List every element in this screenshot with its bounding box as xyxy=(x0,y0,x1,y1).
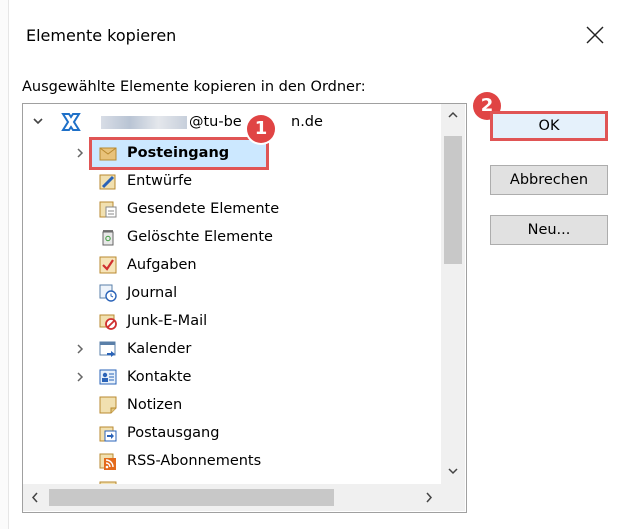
horizontal-scrollbar[interactable] xyxy=(23,484,441,511)
inbox-icon xyxy=(99,144,117,162)
close-button[interactable] xyxy=(578,18,612,52)
folder-row-geloeschte[interactable]: Gelöschte Elemente xyxy=(23,223,441,251)
account-row[interactable]: @tu-be n.de xyxy=(23,108,441,136)
step-1-badge: 1 xyxy=(247,115,275,143)
folder-label: Kalender xyxy=(127,341,192,357)
account-redacted xyxy=(101,116,187,129)
folder-label: Posteingang xyxy=(127,145,230,161)
chevron-right-icon[interactable] xyxy=(73,335,87,363)
folder-row-aufgaben[interactable]: Aufgaben xyxy=(23,251,441,279)
dialog-title: Elemente kopieren xyxy=(26,26,177,45)
notes-icon xyxy=(99,396,117,414)
folder-row-journal[interactable]: Journal xyxy=(23,279,441,307)
vertical-scroll-thumb[interactable] xyxy=(444,136,462,264)
folder-label: Gesendete Elemente xyxy=(127,201,280,217)
contacts-icon xyxy=(99,368,117,386)
vertical-scrollbar[interactable] xyxy=(441,104,465,484)
folder-label: Entwürfe xyxy=(127,173,193,189)
scroll-left-arrow-icon[interactable] xyxy=(23,484,47,511)
outbox-icon xyxy=(99,424,117,442)
ok-button[interactable]: OK xyxy=(490,111,608,141)
folder-label: Aufgaben xyxy=(127,257,197,273)
scrollbar-corner xyxy=(441,484,465,511)
folder-label: Gelöschte Elemente xyxy=(127,229,273,245)
chevron-right-icon[interactable] xyxy=(73,139,87,167)
folder-label: Kontakte xyxy=(127,369,192,385)
account-name-tail: n.de xyxy=(291,114,323,130)
drafts-icon xyxy=(99,172,117,190)
folder-row-notizen[interactable]: Notizen xyxy=(23,391,441,419)
folder-row-posteingang[interactable]: Posteingang xyxy=(23,139,441,167)
folder-row-junk[interactable]: Junk-E-Mail xyxy=(23,307,441,335)
scroll-right-arrow-icon[interactable] xyxy=(417,484,441,511)
folder-row-kontakte[interactable]: Kontakte xyxy=(23,363,441,391)
rss-icon xyxy=(99,452,117,470)
copy-items-dialog: Elemente kopieren Ausgewählte Elemente k… xyxy=(0,0,622,529)
folder-row-postausgang[interactable]: Postausgang xyxy=(23,419,441,447)
trash-icon xyxy=(99,228,117,246)
instruction-label: Ausgewählte Elemente kopieren in den Ord… xyxy=(22,79,366,95)
junk-mail-icon xyxy=(99,312,117,330)
folder-row-partial[interactable] xyxy=(23,475,441,484)
folder-row-rss[interactable]: RSS-Abonnements xyxy=(23,447,441,475)
close-icon xyxy=(586,26,604,44)
folder-tree-rows: @tu-be n.de Posteingang Entwürfe Gesende… xyxy=(23,104,441,484)
folder-label: Postausgang xyxy=(127,425,220,441)
folder-label: Junk-E-Mail xyxy=(127,313,208,329)
account-name: @tu-be xyxy=(189,114,242,130)
scroll-up-arrow-icon[interactable] xyxy=(441,104,465,126)
tasks-icon xyxy=(99,256,117,274)
calendar-icon xyxy=(99,340,117,358)
cancel-button[interactable]: Abbrechen xyxy=(490,165,608,195)
folder-row-entwuerfe[interactable]: Entwürfe xyxy=(23,167,441,195)
folder-row-kalender[interactable]: Kalender xyxy=(23,335,441,363)
sent-items-icon xyxy=(99,200,117,218)
folder-label: RSS-Abonnements xyxy=(127,453,262,469)
folder-row-gesendete[interactable]: Gesendete Elemente xyxy=(23,195,441,223)
scroll-down-arrow-icon[interactable] xyxy=(441,460,465,482)
folder-tree[interactable]: @tu-be n.de Posteingang Entwürfe Gesende… xyxy=(22,103,467,513)
new-folder-button[interactable]: Neu... xyxy=(490,215,608,245)
chevron-right-icon[interactable] xyxy=(73,363,87,391)
horizontal-scroll-thumb[interactable] xyxy=(49,489,334,506)
chevron-down-icon[interactable] xyxy=(31,108,45,136)
exchange-account-icon xyxy=(60,111,82,133)
journal-icon xyxy=(99,284,117,302)
background-window-edge xyxy=(0,0,9,529)
folder-label: Journal xyxy=(127,285,178,301)
folder-label: Notizen xyxy=(127,397,183,413)
